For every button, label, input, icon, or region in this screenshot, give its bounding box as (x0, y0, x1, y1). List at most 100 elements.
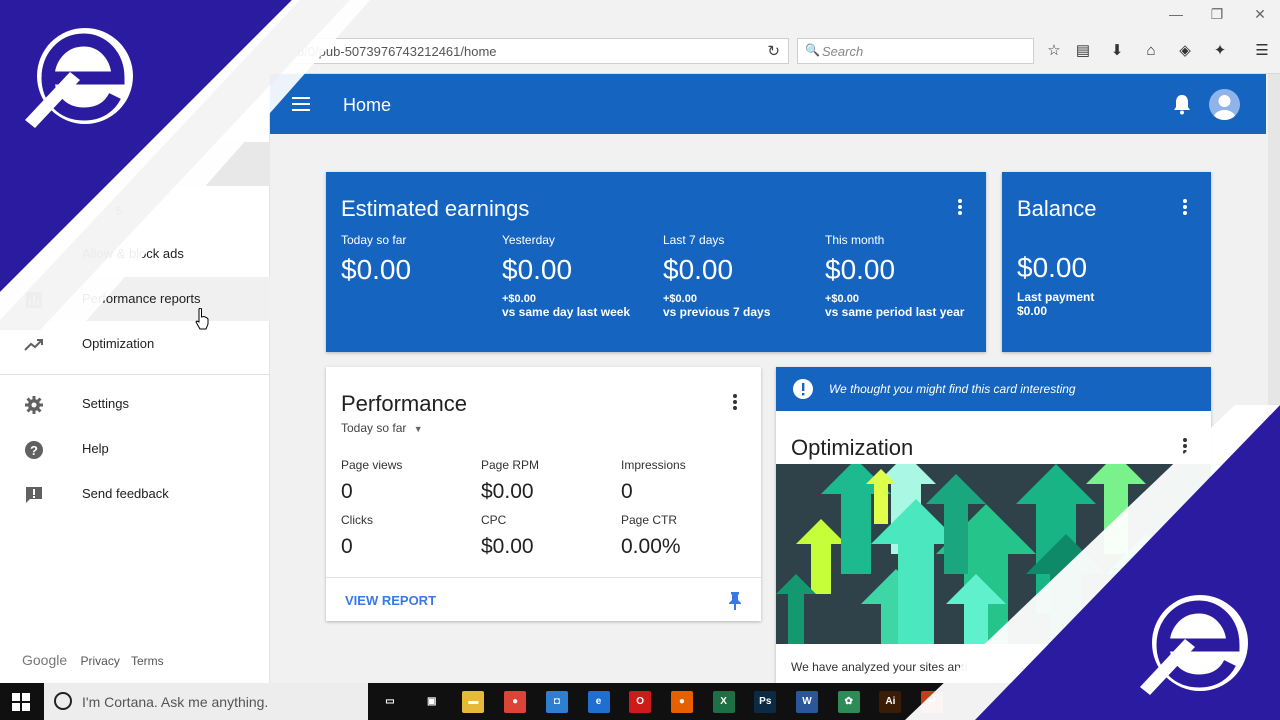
chrome-icon[interactable]: ● (504, 691, 527, 713)
avatar[interactable] (1209, 89, 1240, 120)
excel-icon[interactable]: X (712, 691, 735, 713)
metric-value: 0 (621, 480, 633, 503)
optimization-title: Optimization (791, 435, 914, 460)
metric-value: 0 (341, 535, 353, 558)
feedback-icon (26, 487, 42, 503)
pocket-icon[interactable]: ◈ (1175, 41, 1195, 61)
hamburger-menu-icon[interactable] (291, 94, 311, 114)
edge-icon[interactable]: e (587, 691, 610, 713)
address-bar[interactable]: u/0/pub-5073976743212461/home ↻ (290, 38, 789, 64)
stat-value: $0.00 (341, 254, 412, 285)
more-options-icon[interactable] (958, 199, 962, 217)
stat-compare: vs previous 7 days (663, 305, 771, 319)
metric-value: 0 (341, 480, 353, 503)
windows-start-icon[interactable] (12, 693, 30, 711)
stat-delta: +$0.00 (825, 293, 859, 305)
cortana-icon (54, 692, 72, 710)
illustrator-icon[interactable]: Ai (879, 691, 902, 713)
sidebar-item-label: Help (82, 441, 109, 456)
app-bar: Home (270, 74, 1266, 134)
sidebar-item-label: Send feedback (82, 486, 169, 501)
stat-label: Last 7 days (663, 233, 725, 247)
sidebar-item-settings[interactable]: Settings (0, 382, 270, 426)
search-input[interactable]: 🔍 Search (797, 38, 1034, 64)
reading-list-icon[interactable]: ▤ (1073, 41, 1093, 61)
stat-value: $0.00 (663, 254, 734, 285)
period-dropdown[interactable]: Today so far ▼ (341, 421, 423, 435)
last-payment-label: Last payment (1017, 290, 1095, 304)
scrollbar[interactable] (1268, 74, 1280, 684)
close-icon[interactable]: ✕ (1248, 4, 1272, 24)
estimated-earnings-card: Estimated earnings Today so far $0.00 Ye… (326, 172, 986, 352)
earnings-stat-yesterday: Yesterday $0.00 +$0.00 vs same day last … (502, 233, 662, 319)
sidebar-divider (0, 374, 270, 375)
photoshop-icon[interactable]: Ps (754, 691, 777, 713)
metric-impressions: Impressions 0 (621, 458, 751, 504)
pin-icon[interactable] (728, 591, 742, 611)
sidebar-item-send-feedback[interactable]: Send feedback (0, 472, 270, 516)
sidebar-item-partial: s (116, 202, 123, 217)
search-icon: 🔍 (805, 43, 820, 57)
sidebar-item-optimization[interactable]: Optimization (0, 322, 270, 366)
earnings-stat-today: Today so far $0.00 (341, 233, 501, 286)
earnings-stat-last-7-days: Last 7 days $0.00 +$0.00 vs previous 7 d… (663, 233, 823, 319)
earnings-stat-this-month: This month $0.00 +$0.00 vs same period l… (825, 233, 985, 319)
cortana-search-input[interactable]: I'm Cortana. Ask me anything. (44, 683, 368, 720)
firefox-icon[interactable]: ● (670, 691, 693, 713)
privacy-link[interactable]: Privacy (81, 654, 120, 668)
sidebar-item-label: Settings (82, 396, 129, 411)
app-icon[interactable]: ◘ (545, 691, 568, 713)
search-placeholder: Search (822, 44, 864, 59)
sidebar-selected-item[interactable] (0, 142, 270, 186)
page-title: Home (343, 95, 392, 115)
address-bar-url: u/0/pub-5073976743212461/home (297, 44, 497, 59)
opera-icon[interactable]: O (629, 691, 652, 713)
metric-label: Page CTR (621, 513, 678, 527)
store-icon[interactable]: ▣ (420, 691, 443, 713)
restore-icon[interactable]: ❐ (1205, 4, 1229, 24)
menu-icon[interactable]: ☰ (1252, 41, 1272, 61)
sidebar-item-help[interactable]: ? Help (0, 427, 270, 471)
app-green-icon[interactable]: ✿ (837, 691, 860, 713)
gear-icon (25, 396, 43, 414)
more-options-icon[interactable] (1183, 199, 1187, 217)
sidebar-item-label: Optimization (82, 336, 155, 351)
notifications-bell-icon[interactable] (1172, 93, 1192, 115)
more-options-icon[interactable] (733, 394, 737, 412)
suggestion-banner: We thought you might find this card inte… (776, 367, 1211, 411)
stat-value: $0.00 (825, 254, 896, 285)
period-value: Today so far (341, 421, 407, 435)
sidebar-item-allow-block-ads[interactable]: Allow & block ads (0, 232, 270, 276)
chevron-down-icon: ▼ (413, 424, 423, 434)
metric-label: CPC (481, 513, 507, 527)
download-icon[interactable]: ⬇ (1107, 41, 1127, 61)
task-view-icon[interactable]: ▭ (379, 691, 401, 713)
metric-value: $0.00 (481, 480, 534, 503)
powerpoint-icon[interactable]: P (921, 691, 944, 713)
more-options-icon[interactable] (1183, 438, 1187, 456)
alert-badge-icon (793, 379, 813, 399)
terms-link[interactable]: Terms (131, 654, 164, 668)
file-explorer-icon[interactable]: ▬ (462, 691, 485, 713)
star-icon[interactable]: ☆ (1044, 41, 1064, 61)
home-icon[interactable]: ⌂ (1141, 41, 1161, 61)
google-logo: Google (22, 652, 68, 668)
extension-icon[interactable]: ✦ (1210, 41, 1230, 61)
trending-up-icon (24, 339, 43, 351)
metric-label: Impressions (621, 458, 686, 472)
reload-icon[interactable]: ↻ (767, 42, 780, 60)
stat-label: Today so far (341, 233, 407, 247)
word-icon[interactable]: W (796, 691, 818, 713)
minimize-icon[interactable]: — (1164, 4, 1188, 24)
metric-page-ctr: Page CTR 0.00% (621, 513, 751, 559)
metric-page-rpm: Page RPM $0.00 (481, 458, 611, 504)
view-report-button[interactable]: VIEW REPORT (345, 593, 436, 608)
suggestion-banner-text: We thought you might find this card inte… (829, 382, 1076, 396)
stat-compare: vs same period last year (825, 305, 965, 319)
sidebar-item-label: Performance reports (82, 291, 201, 306)
browser-chrome: — ❐ ✕ u/0/pub-5073976743212461/home ↻ 🔍 … (0, 0, 1280, 74)
help-icon: ? (25, 441, 43, 459)
sidebar: s Allow & block ads Performance reports … (0, 74, 270, 684)
stat-delta: +$0.00 (502, 293, 536, 305)
sidebar-item-performance-reports[interactable]: Performance reports (0, 277, 270, 321)
